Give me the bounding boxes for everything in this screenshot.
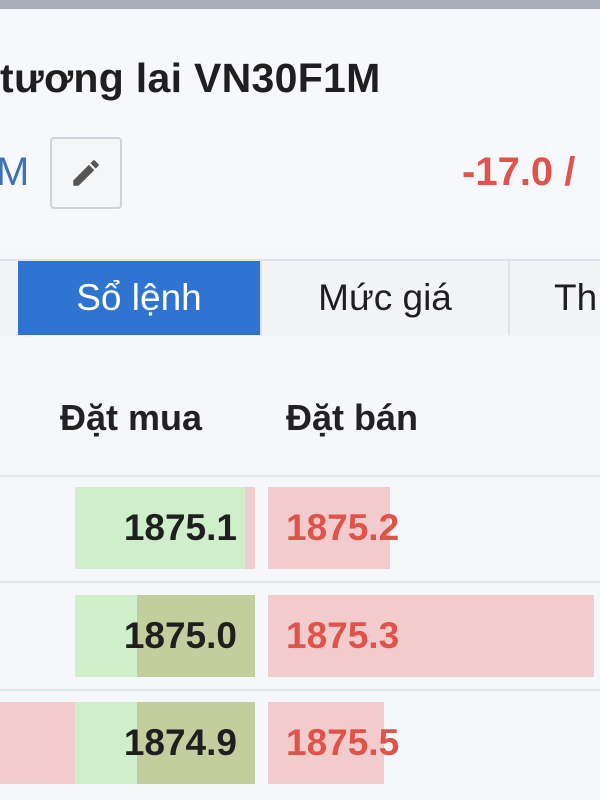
ask-column-header: Đặt bán — [286, 397, 419, 438]
order-book: Đặt mua Đặt bán 1875.1 1875.2 1875.0 187… — [0, 337, 600, 800]
row-divider — [0, 475, 600, 477]
bid-price: 1875.0 — [123, 615, 237, 656]
pencil-icon — [73, 160, 99, 186]
instrument-title: tương lai VN30F1M — [0, 55, 381, 101]
ask-cell[interactable]: 1875.2 — [268, 487, 600, 569]
window-top-strip — [0, 0, 600, 9]
tab-more[interactable]: Th — [510, 261, 600, 335]
ask-cell[interactable]: 1875.5 — [268, 702, 600, 784]
tab-bar: Sổ lệnh Mức giá Th — [0, 259, 600, 339]
instrument-header: tương lai VN30F1M — [0, 9, 600, 249]
tab-price-levels[interactable]: Mức giá — [262, 261, 508, 335]
ask-price: 1875.5 — [286, 722, 400, 763]
bid-column-header: Đặt mua — [60, 397, 203, 438]
tab-order-book[interactable]: Sổ lệnh — [18, 261, 260, 335]
bid-volume-bar-left — [0, 702, 75, 784]
symbol-link[interactable]: M — [0, 150, 29, 195]
ask-price: 1875.2 — [286, 507, 400, 548]
bid-cell[interactable]: 1874.9 — [0, 702, 255, 784]
bid-price: 1874.9 — [123, 722, 237, 763]
price-change: -17.0 / — [462, 150, 576, 194]
row-divider — [0, 581, 600, 583]
bid-cell[interactable]: 1875.0 — [75, 595, 255, 677]
bid-price: 1875.1 — [123, 507, 237, 548]
bid-volume-bar-edge — [245, 487, 255, 569]
row-divider — [0, 689, 600, 691]
ask-cell[interactable]: 1875.3 — [268, 595, 600, 677]
edit-button[interactable] — [50, 137, 122, 209]
ask-price: 1875.3 — [286, 615, 400, 656]
bid-cell[interactable]: 1875.1 — [75, 487, 255, 569]
